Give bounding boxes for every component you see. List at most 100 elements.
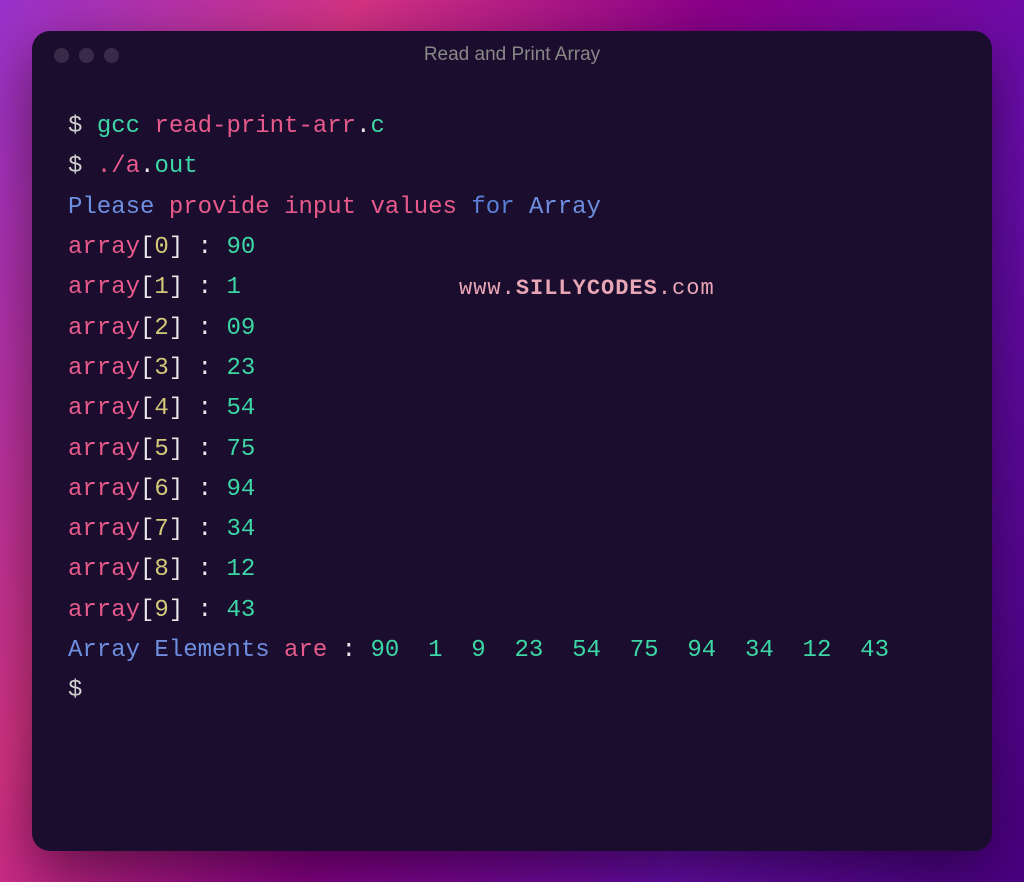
close-icon[interactable] xyxy=(54,48,69,63)
array-value: 23 xyxy=(226,355,255,382)
array-index: 4 xyxy=(154,395,168,422)
colon: : xyxy=(342,637,356,664)
bracket-close: ] xyxy=(169,234,183,261)
bracket-close: ] xyxy=(169,516,183,543)
array-label: array xyxy=(68,436,140,463)
array-entry-line: array[3] : 23 xyxy=(68,349,956,389)
bracket-close: ] xyxy=(169,315,183,342)
array-value: 54 xyxy=(226,395,255,422)
watermark-suffix: .com xyxy=(658,276,715,301)
bracket-open: [ xyxy=(140,556,154,583)
array-entry-line: array[8] : 12 xyxy=(68,550,956,590)
output-values: 90 1 9 23 54 75 94 34 12 43 xyxy=(370,637,888,664)
prompt-symbol: $ xyxy=(68,153,82,180)
colon: : xyxy=(198,436,212,463)
bracket-close: ] xyxy=(169,476,183,503)
array-value: 94 xyxy=(226,476,255,503)
colon: : xyxy=(198,476,212,503)
word: Please xyxy=(68,194,154,221)
array-entry-line: array[4] : 54 xyxy=(68,389,956,429)
array-index: 2 xyxy=(154,315,168,342)
bracket-open: [ xyxy=(140,436,154,463)
prompt-symbol: $ xyxy=(68,113,82,140)
colon: : xyxy=(198,597,212,624)
watermark-prefix: www. xyxy=(459,276,516,301)
bracket-open: [ xyxy=(140,395,154,422)
array-entry-line: array[2] : 09 xyxy=(68,309,956,349)
array-entry-line: array[9] : 43 xyxy=(68,591,956,631)
window-title: Read and Print Array xyxy=(424,44,600,66)
prompt-symbol: $ xyxy=(68,677,82,704)
array-entry-line: array[5] : 75 xyxy=(68,430,956,470)
bracket-open: [ xyxy=(140,355,154,382)
bracket-close: ] xyxy=(169,355,183,382)
array-label: array xyxy=(68,516,140,543)
bracket-open: [ xyxy=(140,274,154,301)
word: for xyxy=(471,194,514,221)
array-label: array xyxy=(68,274,140,301)
bracket-close: ] xyxy=(169,274,183,301)
array-value: 43 xyxy=(226,597,255,624)
bracket-close: ] xyxy=(169,436,183,463)
array-index: 9 xyxy=(154,597,168,624)
colon: : xyxy=(198,274,212,301)
array-entry-line: array[6] : 94 xyxy=(68,470,956,510)
dot: . xyxy=(140,153,154,180)
word: Array xyxy=(68,637,140,664)
word: input xyxy=(284,194,356,221)
run-command-line: $ ./a.out xyxy=(68,147,956,187)
array-label: array xyxy=(68,597,140,624)
colon: : xyxy=(198,395,212,422)
array-value: 90 xyxy=(226,234,255,261)
array-label: array xyxy=(68,476,140,503)
array-entry-line: array[0] : 90 xyxy=(68,228,956,268)
run-prefix: ./ xyxy=(97,153,126,180)
compile-file-base: read-print-arr xyxy=(154,113,356,140)
word: are xyxy=(284,637,327,664)
maximize-icon[interactable] xyxy=(104,48,119,63)
watermark: www.SILLYCODES.com xyxy=(459,271,715,308)
array-label: array xyxy=(68,395,140,422)
array-label: array xyxy=(68,315,140,342)
bracket-close: ] xyxy=(169,556,183,583)
array-value: 75 xyxy=(226,436,255,463)
terminal-window: Read and Print Array $ gcc read-print-ar… xyxy=(32,31,992,851)
compile-cmd: gcc xyxy=(97,113,140,140)
array-value: 1 xyxy=(226,274,240,301)
bracket-close: ] xyxy=(169,597,183,624)
bracket-open: [ xyxy=(140,315,154,342)
bracket-open: [ xyxy=(140,597,154,624)
output-line: Array Elements are : 90 1 9 23 54 75 94 … xyxy=(68,631,956,671)
array-label: array xyxy=(68,355,140,382)
minimize-icon[interactable] xyxy=(79,48,94,63)
watermark-brand: SILLYCODES xyxy=(516,276,658,301)
word: values xyxy=(370,194,456,221)
word: Elements xyxy=(154,637,269,664)
run-base: a xyxy=(126,153,140,180)
array-label: array xyxy=(68,556,140,583)
array-entry-line: array[7] : 34 xyxy=(68,510,956,550)
bracket-open: [ xyxy=(140,476,154,503)
array-index: 6 xyxy=(154,476,168,503)
bracket-open: [ xyxy=(140,234,154,261)
colon: : xyxy=(198,234,212,261)
final-prompt-line: $ xyxy=(68,671,956,711)
bracket-open: [ xyxy=(140,516,154,543)
array-index: 8 xyxy=(154,556,168,583)
dot: . xyxy=(356,113,370,140)
array-index: 3 xyxy=(154,355,168,382)
array-value: 09 xyxy=(226,315,255,342)
array-value: 34 xyxy=(226,516,255,543)
terminal-body[interactable]: $ gcc read-print-arr.c $ ./a.out Please … xyxy=(32,79,992,851)
compile-command-line: $ gcc read-print-arr.c xyxy=(68,107,956,147)
colon: : xyxy=(198,556,212,583)
colon: : xyxy=(198,355,212,382)
array-index: 5 xyxy=(154,436,168,463)
title-bar: Read and Print Array xyxy=(32,31,992,79)
input-prompt-line: Please provide input values for Array xyxy=(68,188,956,228)
colon: : xyxy=(198,516,212,543)
word: Array xyxy=(529,194,601,221)
bracket-close: ] xyxy=(169,395,183,422)
array-index: 1 xyxy=(154,274,168,301)
compile-file-ext: c xyxy=(370,113,384,140)
